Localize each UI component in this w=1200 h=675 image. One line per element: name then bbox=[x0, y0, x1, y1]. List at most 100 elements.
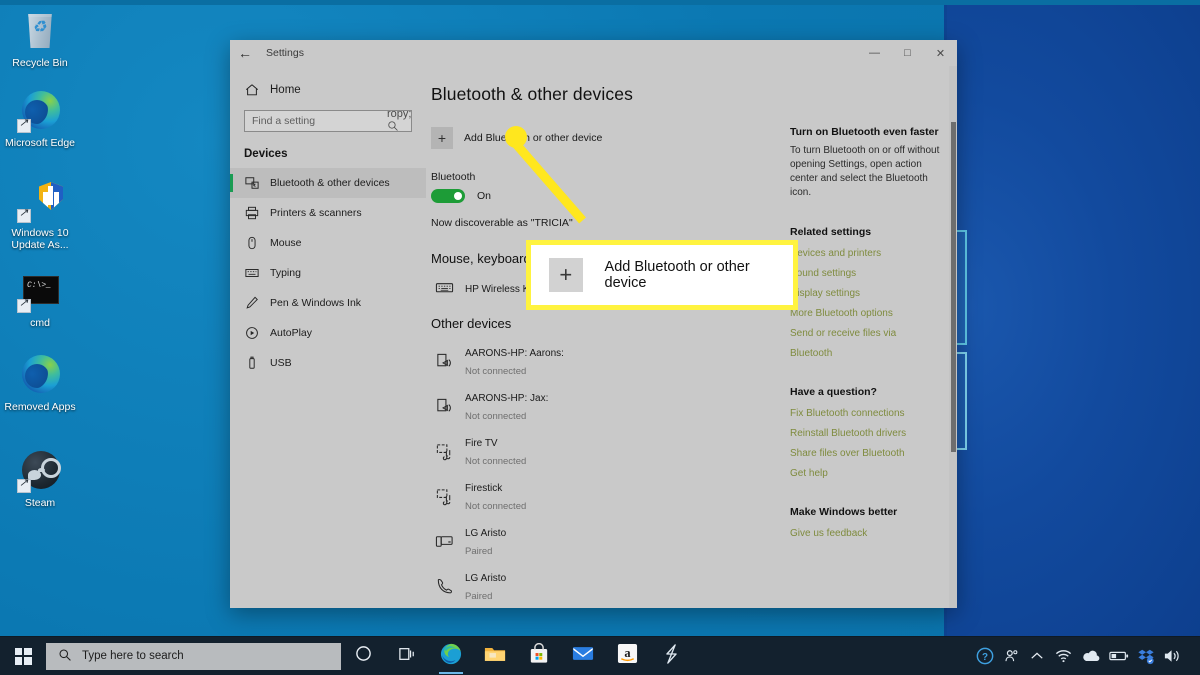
link-reinstall-bluetooth-drivers[interactable]: Reinstall Bluetooth drivers bbox=[790, 424, 940, 444]
scrollbar-thumb[interactable] bbox=[951, 122, 956, 452]
cortana-button[interactable] bbox=[341, 637, 385, 675]
desktop-icon-label: cmd bbox=[2, 317, 78, 329]
device-name: AARONS-HP: Aarons: bbox=[465, 348, 564, 359]
app-button[interactable] bbox=[649, 637, 693, 675]
back-arrow-icon[interactable]: ← bbox=[230, 40, 260, 66]
help-tray-icon[interactable]: ? bbox=[972, 637, 998, 675]
cast-device-icon bbox=[433, 397, 455, 416]
media-device-icon bbox=[433, 442, 455, 461]
plus-square-icon: + bbox=[431, 127, 453, 149]
network-wifi-tray-icon[interactable] bbox=[1050, 637, 1077, 675]
settings-main-pane: Bluetooth & other devices + Add Bluetoot… bbox=[426, 66, 957, 608]
desktop-icon-label: Recycle Bin bbox=[2, 57, 78, 69]
rail-tip-heading: Turn on Bluetooth even faster bbox=[790, 126, 940, 138]
rail-spacer bbox=[790, 204, 940, 226]
link-send-or-receive-files-via-bluetooth[interactable]: Send or receive files via Bluetooth bbox=[790, 324, 940, 364]
vertical-scrollbar[interactable] bbox=[949, 66, 957, 608]
link-devices-and-printers[interactable]: Devices and printers bbox=[790, 244, 940, 264]
desktop-icon-microsoft-edge[interactable]: Microsoft Edge bbox=[2, 88, 78, 149]
show-hidden-icons-chevron[interactable] bbox=[1024, 637, 1050, 675]
sidebar-item-label: Mouse bbox=[270, 237, 302, 249]
window-body: Home ropy; Devices Bluetooth & o bbox=[230, 66, 957, 608]
sidebar-item-autoplay[interactable]: AutoPlay bbox=[230, 318, 426, 348]
list-item[interactable]: Firestick Not connected bbox=[431, 474, 776, 519]
sidebar-item-label: Pen & Windows Ink bbox=[270, 297, 361, 309]
list-item[interactable]: LG Aristo Paired bbox=[431, 519, 776, 564]
add-device-label: Add Bluetooth or other device bbox=[464, 132, 602, 144]
people-tray-icon[interactable] bbox=[998, 637, 1024, 675]
desktop-icon-steam[interactable]: Steam bbox=[2, 448, 78, 509]
store-icon bbox=[529, 643, 549, 669]
home-icon bbox=[244, 83, 259, 97]
search-input[interactable] bbox=[252, 115, 387, 127]
maximize-button[interactable]: □ bbox=[891, 40, 924, 66]
list-item[interactable]: Fire TV Not connected bbox=[431, 429, 776, 474]
link-display-settings[interactable]: Display settings bbox=[790, 284, 940, 304]
sidebar-item-label: Bluetooth & other devices bbox=[270, 177, 390, 189]
bluetooth-devices-icon bbox=[244, 176, 259, 190]
sidebar-item-printers-scanners[interactable]: Printers & scanners bbox=[230, 198, 426, 228]
add-bluetooth-device-button[interactable]: + Add Bluetooth or other device bbox=[431, 127, 776, 149]
keyboard-icon bbox=[433, 278, 455, 297]
callout-anchor-dot bbox=[505, 126, 527, 148]
mail-icon bbox=[572, 645, 594, 667]
taskbar-search-box[interactable]: Type here to search bbox=[46, 643, 341, 670]
tablet-icon bbox=[433, 532, 455, 551]
desktop-icon-recycle-bin[interactable]: Recycle Bin bbox=[2, 8, 78, 69]
sidebar-item-typing[interactable]: Typing bbox=[230, 258, 426, 288]
task-view-button[interactable] bbox=[385, 637, 429, 675]
taskbar: Type here to search a ? bbox=[0, 636, 1200, 675]
desktop-icon-label: Windows 10 Update As... bbox=[2, 227, 78, 251]
onedrive-tray-icon[interactable] bbox=[1077, 637, 1105, 675]
desktop-screen: Recycle Bin Microsoft Edge Windows 10 Up… bbox=[0, 0, 1200, 675]
wallpaper-right-region bbox=[945, 0, 1200, 640]
sidebar-item-label: Printers & scanners bbox=[270, 207, 362, 219]
link-give-us-feedback[interactable]: Give us feedback bbox=[790, 524, 940, 544]
settings-content-column: Bluetooth & other devices + Add Bluetoot… bbox=[426, 84, 776, 608]
desktop-icon-cmd[interactable]: cmd bbox=[2, 268, 78, 329]
bluetooth-toggle-row: On bbox=[431, 189, 776, 203]
desktop-icon-label: Microsoft Edge bbox=[2, 137, 78, 149]
link-share-files-over-bluetooth[interactable]: Share files over Bluetooth bbox=[790, 444, 940, 464]
page-title: Bluetooth & other devices bbox=[431, 84, 776, 105]
start-button[interactable] bbox=[0, 637, 46, 675]
link-sound-settings[interactable]: Sound settings bbox=[790, 264, 940, 284]
lightning-icon bbox=[663, 644, 680, 669]
link-fix-bluetooth-connections[interactable]: Fix Bluetooth connections bbox=[790, 404, 940, 424]
command-prompt-icon bbox=[17, 268, 63, 314]
circle-icon bbox=[355, 645, 372, 667]
svg-text:a: a bbox=[624, 646, 630, 660]
close-button[interactable]: ✕ bbox=[924, 40, 957, 66]
sidebar-search-wrap: ropy; bbox=[230, 104, 426, 136]
bluetooth-toggle[interactable] bbox=[431, 189, 465, 203]
desktop-icon-windows-update-assistant[interactable]: Windows 10 Update As... bbox=[2, 178, 78, 251]
edge-taskbar-button[interactable] bbox=[429, 637, 473, 675]
sidebar-item-pen-windows-ink[interactable]: Pen & Windows Ink bbox=[230, 288, 426, 318]
sidebar-item-bluetooth-other-devices[interactable]: Bluetooth & other devices bbox=[230, 168, 426, 198]
media-device-icon bbox=[433, 487, 455, 506]
microsoft-store-button[interactable] bbox=[517, 637, 561, 675]
sidebar-item-mouse[interactable]: Mouse bbox=[230, 228, 426, 258]
list-item[interactable]: AARONS-HP: Jax: Not connected bbox=[431, 384, 776, 429]
volume-tray-icon[interactable] bbox=[1159, 637, 1186, 675]
folder-icon bbox=[484, 644, 506, 668]
link-more-bluetooth-options[interactable]: More Bluetooth options bbox=[790, 304, 940, 324]
link-get-help[interactable]: Get help bbox=[790, 464, 940, 484]
amazon-button[interactable]: a bbox=[605, 637, 649, 675]
sidebar-item-usb[interactable]: USB bbox=[230, 348, 426, 378]
list-item[interactable]: AARONS-HP: Aarons: Not connected bbox=[431, 339, 776, 384]
list-item[interactable]: LG Aristo Paired bbox=[431, 564, 776, 608]
settings-sidebar: Home ropy; Devices Bluetooth & o bbox=[230, 66, 426, 608]
minimize-button[interactable]: — bbox=[858, 40, 891, 66]
desktop-icon-label: Removed Apps bbox=[2, 401, 78, 413]
device-status: Not connected bbox=[465, 501, 526, 512]
desktop-icon-removed-apps[interactable]: Removed Apps bbox=[2, 352, 78, 413]
dropbox-tray-icon[interactable] bbox=[1133, 637, 1159, 675]
mail-button[interactable] bbox=[561, 637, 605, 675]
sidebar-item-home[interactable]: Home bbox=[230, 76, 426, 104]
battery-tray-icon[interactable] bbox=[1105, 637, 1133, 675]
device-status: Not connected bbox=[465, 366, 526, 377]
file-explorer-button[interactable] bbox=[473, 637, 517, 675]
search-box[interactable]: ropy; bbox=[244, 110, 412, 132]
rail-tip-body: To turn Bluetooth on or off without open… bbox=[790, 144, 940, 200]
